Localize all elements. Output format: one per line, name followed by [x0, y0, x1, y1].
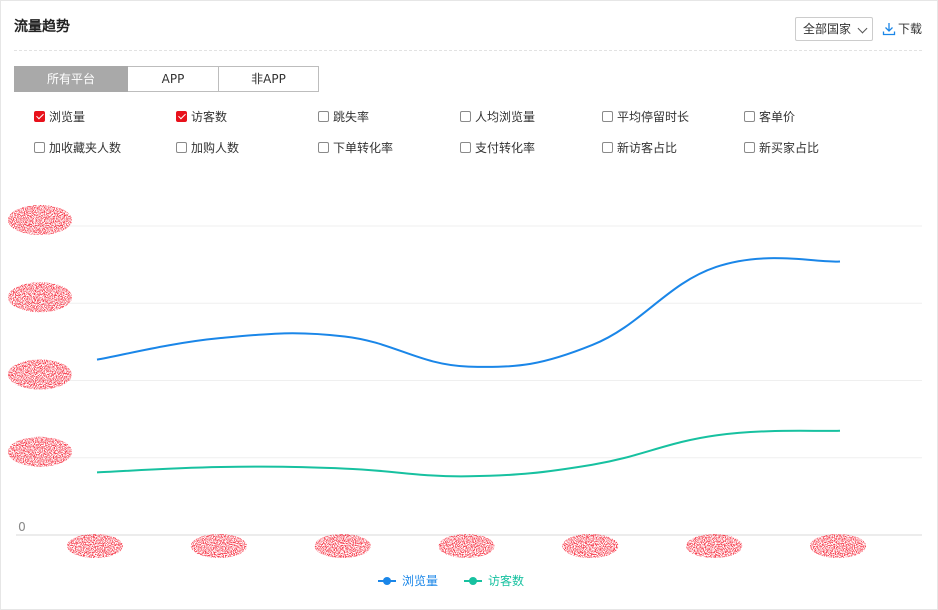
- chart-legend: 浏览量 访客数: [378, 572, 524, 589]
- redacted-y-label: [8, 205, 72, 235]
- redacted-y-label: [8, 436, 72, 467]
- series-line-pageviews: [96, 257, 841, 368]
- legend-item-visitors[interactable]: 访客数: [464, 572, 524, 589]
- redacted-x-label: [686, 534, 743, 558]
- chart-grid: [16, 225, 922, 536]
- y-tick-label: 0: [18, 520, 26, 534]
- legend-item-pageviews[interactable]: 浏览量: [378, 572, 438, 589]
- chart-series: [96, 257, 841, 478]
- redacted-x-label: [190, 534, 247, 558]
- redacted-x-label: [438, 534, 495, 558]
- redacted-y-label: [8, 282, 72, 313]
- redacted-y-label: [8, 359, 72, 390]
- redacted-x-label: [810, 534, 866, 558]
- series-line-visitors: [96, 429, 841, 478]
- legend-marker: [378, 576, 396, 586]
- y-axis-labels: 0: [18, 520, 26, 534]
- legend-label: 浏览量: [402, 574, 439, 588]
- redacted-x-label: [562, 534, 619, 558]
- redacted-axis-labels: [8, 205, 866, 558]
- legend-label: 访客数: [488, 574, 525, 588]
- legend-marker: [464, 576, 483, 586]
- redacted-x-label: [67, 534, 123, 558]
- line-chart: 0: [8, 205, 922, 558]
- redacted-x-label: [314, 534, 371, 558]
